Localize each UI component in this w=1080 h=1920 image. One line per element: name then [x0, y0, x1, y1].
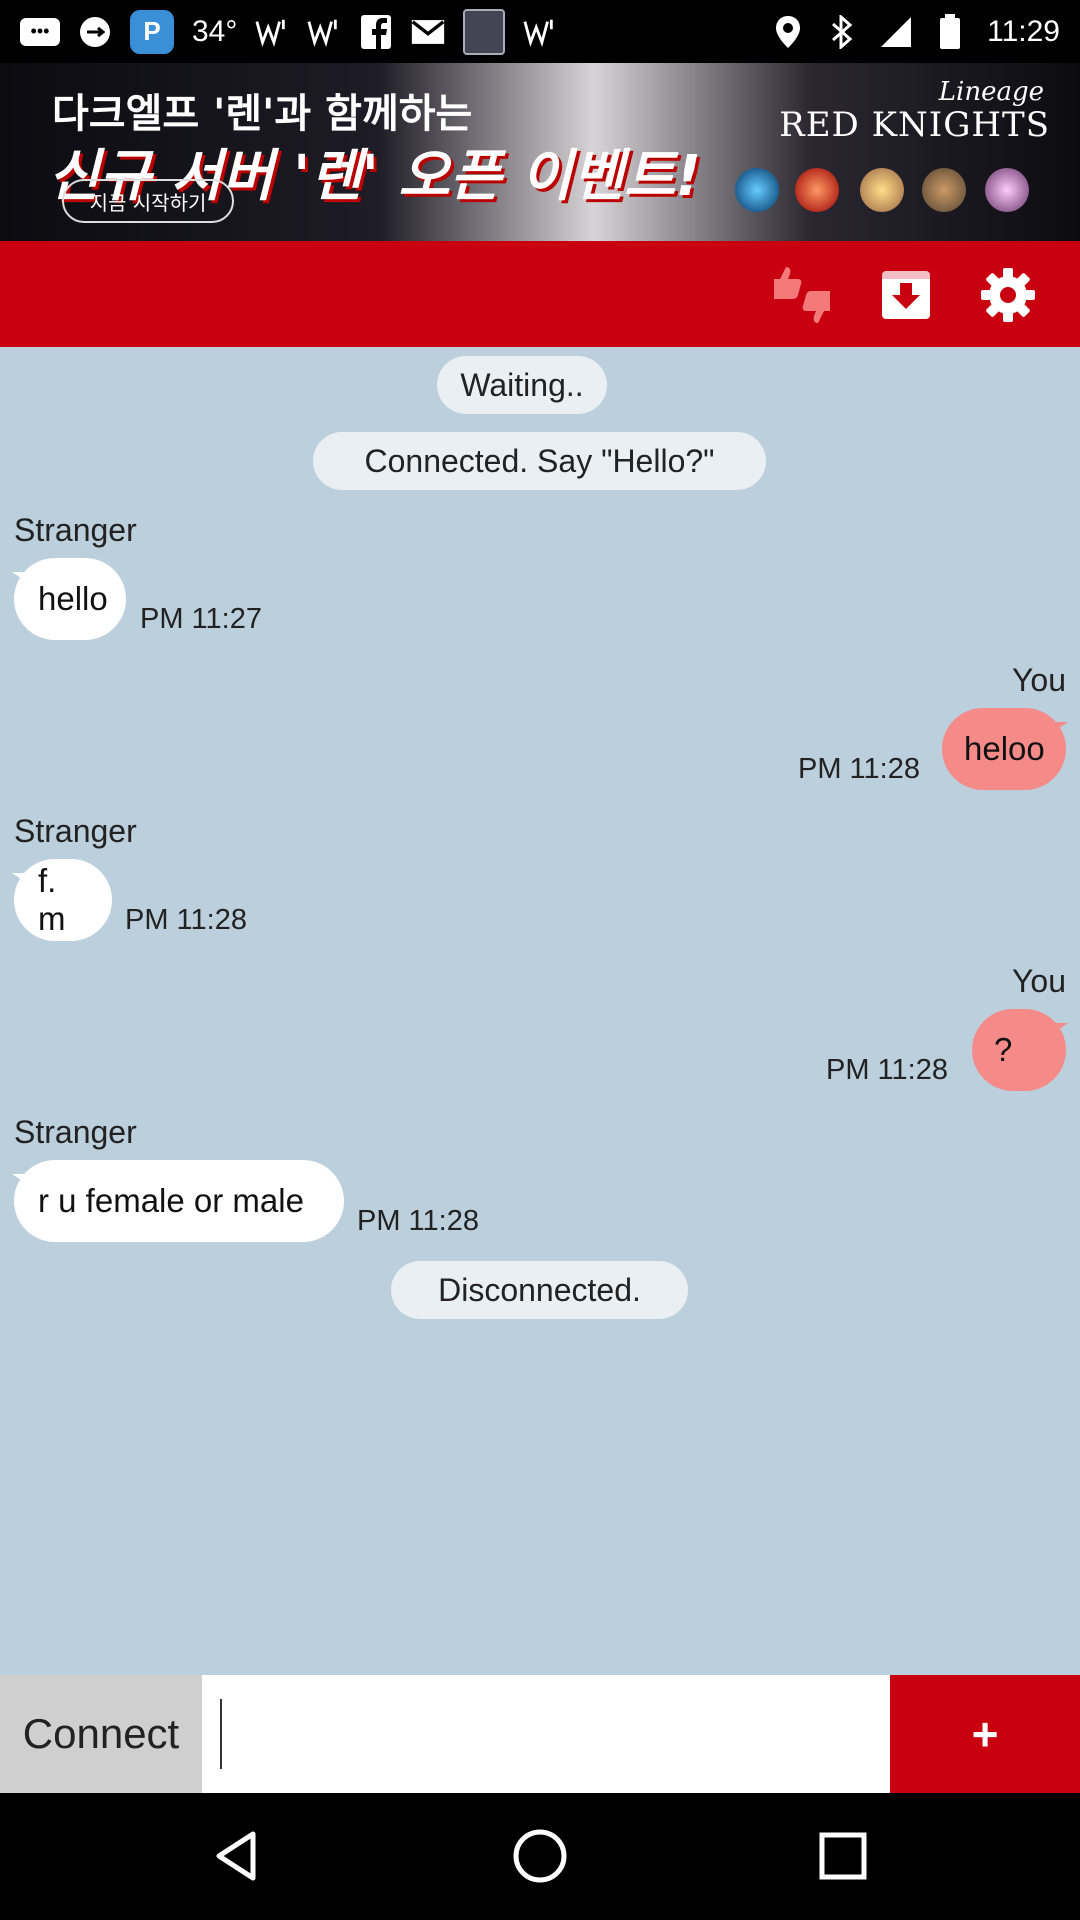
- status-connected: Connected. Say "Hello?": [313, 432, 766, 490]
- sender-label: Stranger: [14, 512, 137, 548]
- p-app-icon: P: [130, 9, 174, 54]
- ad-brand-logo: RED KNIGHTS: [779, 105, 1050, 145]
- message-input[interactable]: [202, 1675, 890, 1793]
- sender-label: You: [1012, 963, 1066, 999]
- gmail-icon: [411, 15, 445, 49]
- temperature-text: 34°: [192, 14, 238, 48]
- ad-item-icon: [985, 168, 1029, 212]
- signal-icon: [523, 15, 557, 49]
- thumbs-rating-icon[interactable]: [770, 263, 834, 327]
- connect-button[interactable]: Connect: [0, 1675, 202, 1793]
- signal-icon: [255, 15, 289, 49]
- chat-area[interactable]: Waiting.. Connected. Say "Hello?" Strang…: [0, 347, 1080, 1675]
- bluetooth-icon: [825, 14, 859, 49]
- ad-start-button[interactable]: 지금 시작하기: [62, 179, 234, 223]
- stranger-message-bubble: f. m: [14, 859, 112, 941]
- text-caret: [220, 1699, 222, 1769]
- message-time: PM 11:28: [357, 1205, 479, 1237]
- ad-item-icon: [860, 168, 904, 212]
- stranger-message-bubble: hello: [14, 558, 126, 640]
- message-time: PM 11:28: [125, 904, 247, 936]
- ad-brand-subtitle: Lineage: [938, 77, 1044, 107]
- back-icon[interactable]: [202, 1821, 272, 1891]
- sender-label: Stranger: [14, 813, 137, 849]
- navigation-bar: [0, 1793, 1080, 1920]
- save-download-icon[interactable]: [874, 263, 938, 327]
- add-button[interactable]: +: [890, 1675, 1080, 1793]
- message-time: PM 11:27: [140, 603, 262, 635]
- you-message-bubble: heloo: [942, 708, 1066, 790]
- ad-item-icon: [922, 168, 966, 212]
- location-icon: [771, 15, 805, 49]
- settings-gear-icon[interactable]: [976, 263, 1040, 327]
- status-bar: ••• P 34° 11:29: [0, 0, 1080, 63]
- sender-label: You: [1012, 662, 1066, 698]
- status-waiting: Waiting..: [437, 356, 607, 414]
- facebook-icon: [359, 14, 393, 49]
- message-input-bar: Connect +: [0, 1675, 1080, 1793]
- you-message-bubble: ?: [972, 1009, 1066, 1091]
- chat-icon: •••: [20, 17, 60, 46]
- sender-label: Stranger: [14, 1114, 137, 1150]
- ad-item-icon: [735, 168, 779, 212]
- battery-icon: [933, 13, 967, 49]
- bible-icon: [463, 8, 506, 55]
- ad-item-icon: [795, 168, 839, 212]
- clock-text: 11:29: [987, 14, 1060, 48]
- app-toolbar: [0, 241, 1080, 347]
- status-disconnected: Disconnected.: [391, 1261, 688, 1319]
- usb-icon: [78, 15, 112, 49]
- message-time: PM 11:28: [826, 1054, 948, 1086]
- home-icon[interactable]: [505, 1821, 575, 1891]
- recents-icon[interactable]: [808, 1821, 878, 1891]
- stranger-message-bubble: r u female or male: [14, 1160, 344, 1242]
- cellular-icon: [879, 15, 913, 49]
- signal-icon: [307, 15, 341, 49]
- message-time: PM 11:28: [798, 753, 920, 785]
- ad-banner[interactable]: 다크엘프 '렌'과 함께하는 신규 서버 '렌' 오픈 이벤트! 지금 시작하기…: [0, 63, 1080, 241]
